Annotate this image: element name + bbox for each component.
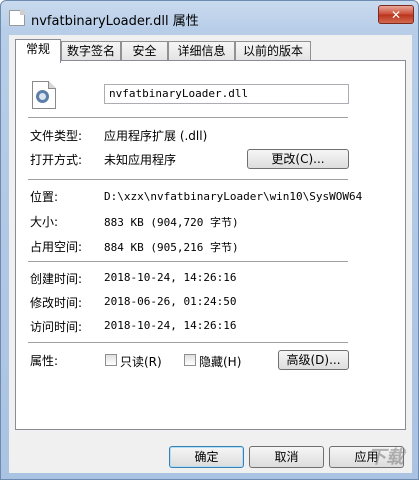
advanced-button[interactable]: 高级(D)... <box>278 350 349 370</box>
file-type-value: 应用程序扩展 (.dll) <box>104 129 208 143</box>
hidden-checkbox[interactable] <box>184 354 196 366</box>
hidden-label[interactable]: 隐藏(H) <box>199 353 241 370</box>
tab-details[interactable]: 详细信息 <box>168 41 235 61</box>
tab-previous-versions[interactable]: 以前的版本 <box>235 41 311 61</box>
close-icon: ✕ <box>390 7 402 22</box>
dll-file-icon <box>32 81 56 109</box>
size-label: 大小: <box>30 215 59 229</box>
file-icon <box>9 10 25 26</box>
modified-value: 2018-06-26, 01:24:50 <box>104 295 237 308</box>
accessed-label: 访问时间: <box>30 320 83 334</box>
readonly-checkbox[interactable] <box>105 354 117 366</box>
separator <box>28 342 348 343</box>
created-value: 2018-10-24, 14:26:16 <box>104 271 237 284</box>
close-button[interactable]: ✕ <box>378 5 414 24</box>
accessed-value: 2018-10-24, 14:26:16 <box>104 319 237 332</box>
title-bar[interactable]: nvfatbinaryLoader.dll 属性 ✕ <box>1 1 418 35</box>
readonly-label[interactable]: 只读(R) <box>120 353 162 370</box>
separator <box>28 179 348 180</box>
file-type-label: 文件类型: <box>30 129 83 143</box>
location-label: 位置: <box>30 190 59 204</box>
window-title: nvfatbinaryLoader.dll 属性 <box>31 14 199 29</box>
open-with-value: 未知应用程序 <box>104 153 177 167</box>
gear-icon <box>36 90 49 103</box>
file-name-input[interactable]: nvfatbinaryLoader.dll <box>104 84 349 104</box>
created-label: 创建时间: <box>30 272 83 286</box>
separator <box>28 117 348 118</box>
watermark-logo: 下载 <box>368 447 404 468</box>
attributes-label: 属性: <box>30 354 59 368</box>
general-tab-panel: nvfatbinaryLoader.dll 文件类型: 应用程序扩展 (.dll… <box>15 60 406 430</box>
cancel-button[interactable]: 取消 <box>249 446 324 468</box>
open-with-label: 打开方式: <box>30 153 83 167</box>
disk-size-value: 884 KB (905,216 字节) <box>104 241 239 254</box>
size-value: 883 KB (904,720 字节) <box>104 216 239 229</box>
change-button[interactable]: 更改(C)... <box>247 149 349 169</box>
ok-button[interactable]: 确定 <box>169 446 244 468</box>
tab-general[interactable]: 常规 <box>15 39 61 63</box>
modified-label: 修改时间: <box>30 296 83 310</box>
properties-window: nvfatbinaryLoader.dll 属性 ✕ 常规 数字签名 安全 详细… <box>0 0 419 480</box>
dialog-client: 常规 数字签名 安全 详细信息 以前的版本 nvfatbinaryLoader.… <box>9 35 412 473</box>
location-value: D:\xzx\nvfatbinaryLoader\win10\SysWOW64 <box>104 190 363 203</box>
tab-security[interactable]: 安全 <box>121 41 168 61</box>
separator <box>28 261 348 262</box>
tab-digital-signature[interactable]: 数字签名 <box>61 41 121 61</box>
disk-size-label: 占用空间: <box>30 240 83 254</box>
